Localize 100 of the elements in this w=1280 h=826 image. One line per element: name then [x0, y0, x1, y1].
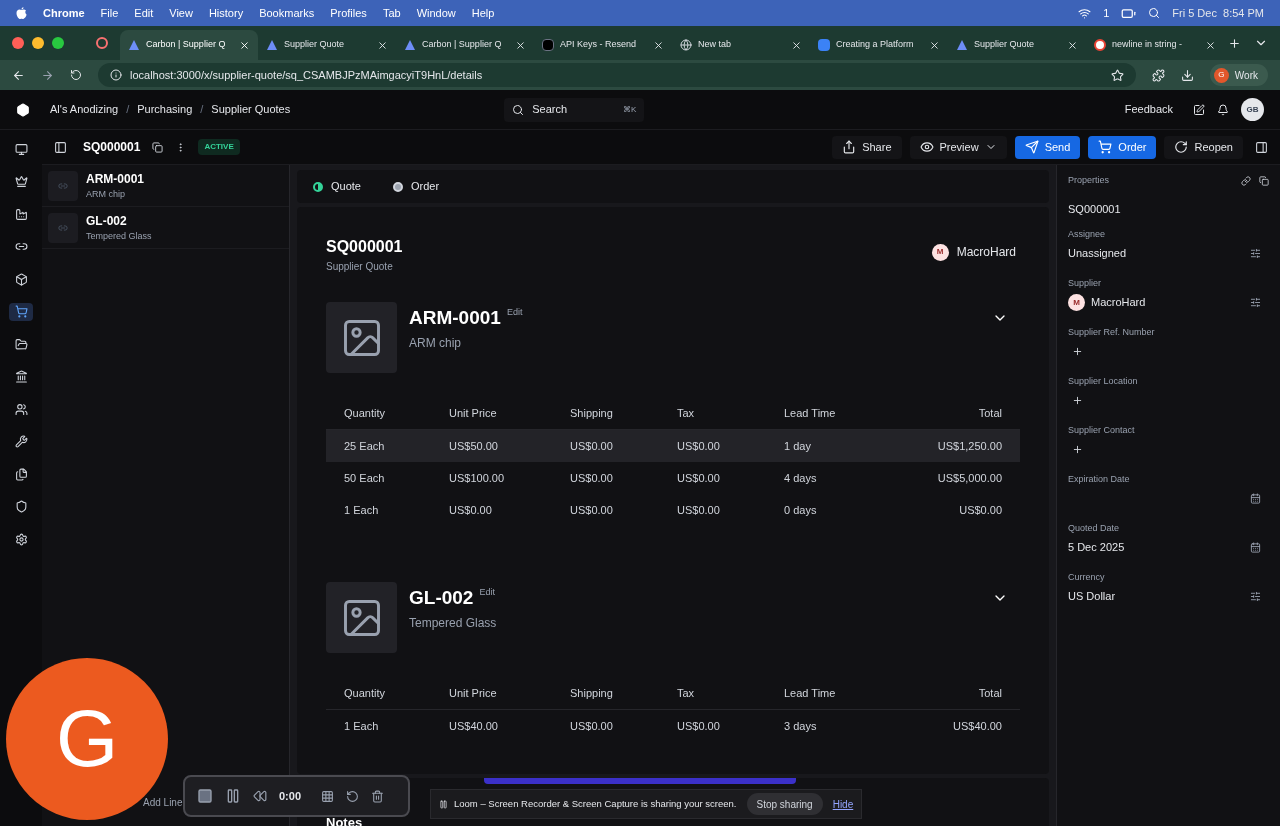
line-item[interactable]: ARM-0001 ARM chip	[42, 165, 289, 207]
search-icon[interactable]	[1148, 7, 1161, 19]
close-icon[interactable]	[791, 39, 802, 51]
panel-toggle-icon[interactable]	[1255, 140, 1268, 154]
app-logo-icon[interactable]	[16, 102, 30, 117]
close-icon[interactable]	[653, 39, 664, 51]
edit-link[interactable]: Edit	[479, 586, 495, 600]
stop-icon[interactable]	[197, 788, 213, 804]
copy-icon[interactable]	[152, 141, 164, 153]
sidebar-toggle-icon[interactable]	[54, 140, 67, 154]
close-icon[interactable]	[1205, 39, 1216, 51]
browser-tab[interactable]: New tab	[672, 30, 810, 60]
forward-icon[interactable]	[41, 68, 54, 82]
profile-chip[interactable]: G Work	[1209, 64, 1268, 86]
user-avatar[interactable]: GB	[1241, 98, 1264, 121]
menu-item[interactable]: Bookmarks	[259, 4, 315, 22]
plus-icon[interactable]	[1072, 346, 1083, 357]
browser-tab[interactable]: Supplier Quote	[948, 30, 1086, 60]
download-icon[interactable]	[1180, 68, 1194, 82]
table-row[interactable]: 50 Each US$100.00 US$0.00 US$0.00 4 days US$5,000.00	[326, 462, 1020, 494]
nav-button[interactable]	[9, 302, 33, 321]
toolbar-button[interactable]: Preview	[909, 135, 1007, 159]
status-count[interactable]: 1	[1103, 4, 1110, 22]
breadcrumb-link[interactable]: Purchasing	[137, 101, 193, 118]
toolbar-button[interactable]: Send	[1014, 135, 1081, 159]
stop-sharing-button[interactable]: Stop sharing	[746, 793, 823, 815]
calendar-icon[interactable]	[1250, 493, 1261, 504]
menu-item[interactable]: View	[169, 4, 193, 22]
search-field[interactable]: Search ⌘K	[504, 97, 645, 122]
apple-logo-icon[interactable]	[16, 6, 27, 20]
back-icon[interactable]	[12, 68, 25, 82]
toolbar-button[interactable]: Order	[1088, 135, 1157, 159]
table-row[interactable]: 1 Each US$40.00 US$0.00 US$0.00 3 days US$40.00	[326, 710, 1020, 742]
clock[interactable]: Fri 5 Dec 8:54 PM	[1172, 4, 1264, 22]
info-icon	[110, 69, 122, 81]
hide-link[interactable]: Hide	[832, 796, 854, 812]
table-row[interactable]: 1 Each US$0.00 US$0.00 US$0.00 0 days US$0.00	[326, 494, 1020, 526]
sliders-icon[interactable]	[1250, 248, 1261, 259]
browser-tab[interactable]: newline in string -	[1086, 30, 1224, 60]
line-item[interactable]: GL-002 Tempered Glass	[42, 207, 289, 249]
menu-item[interactable]: File	[100, 4, 119, 22]
table-row[interactable]: 25 Each US$50.00 US$0.00 US$0.00 1 day US$1,250.00	[326, 430, 1020, 462]
close-window-button[interactable]	[12, 37, 24, 49]
extensions-icon[interactable]	[1151, 68, 1165, 82]
menu-item[interactable]: Profiles	[330, 4, 367, 22]
menu-item[interactable]: History	[208, 4, 244, 22]
zoom-window-button[interactable]	[52, 37, 64, 49]
tab-title: Carbon | Supplier Q	[422, 38, 502, 52]
close-icon[interactable]	[1067, 39, 1078, 51]
minimize-window-button[interactable]	[32, 37, 44, 49]
record-icon[interactable]	[96, 37, 108, 49]
breadcrumb-link[interactable]: Supplier Quotes	[211, 101, 291, 118]
browser-tab[interactable]: API Keys - Resend	[534, 30, 672, 60]
new-tab-icon[interactable]	[1228, 36, 1241, 50]
app-menu[interactable]: Chrome	[43, 4, 85, 22]
toolbar-button[interactable]: Share	[832, 135, 902, 159]
folder-icon	[14, 337, 28, 351]
copy-icon[interactable]	[1259, 176, 1269, 186]
triangle-logo-icon	[266, 39, 278, 51]
link-icon[interactable]	[1241, 176, 1251, 186]
view-tab[interactable]: Order	[392, 178, 440, 195]
feedback-button[interactable]: Feedback	[1116, 97, 1181, 122]
table-cell-text: US$0.00	[677, 470, 721, 486]
reload-icon[interactable]	[70, 69, 82, 81]
browser-tab[interactable]: Supplier Quote	[258, 30, 396, 60]
pause-icon[interactable]	[225, 788, 241, 804]
plus-icon[interactable]	[1072, 444, 1083, 455]
bookmark-star-icon[interactable]	[1110, 68, 1124, 82]
edit-link[interactable]: Edit	[506, 306, 523, 320]
browser-tab[interactable]: Carbon | Supplier Q	[120, 30, 258, 60]
toolbar-button[interactable]: Reopen	[1164, 135, 1243, 159]
triangle-logo-icon	[128, 39, 140, 51]
trash-icon[interactable]	[371, 789, 385, 803]
menu-item[interactable]: Help	[471, 4, 495, 22]
wifi-icon[interactable]	[1078, 6, 1092, 20]
menu-item[interactable]: Tab	[382, 4, 401, 22]
close-icon[interactable]	[377, 39, 388, 51]
compose-icon[interactable]	[1193, 103, 1205, 116]
close-icon[interactable]	[929, 39, 940, 51]
rewind-icon[interactable]	[253, 789, 267, 803]
close-icon[interactable]	[515, 39, 526, 51]
sliders-icon[interactable]	[1250, 297, 1261, 308]
close-icon[interactable]	[239, 39, 250, 51]
bell-icon[interactable]	[1217, 103, 1229, 116]
restart-icon[interactable]	[346, 789, 360, 803]
share-icon	[842, 140, 857, 154]
menu-item[interactable]: Edit	[134, 4, 154, 22]
grid-icon[interactable]	[321, 789, 335, 803]
breadcrumb-link[interactable]: Al's Anodizing	[50, 101, 119, 118]
calendar-icon[interactable]	[1250, 542, 1261, 553]
image-placeholder[interactable]	[326, 582, 397, 653]
view-tab[interactable]: Quote	[313, 178, 361, 195]
plus-icon[interactable]	[1072, 395, 1083, 406]
image-placeholder[interactable]	[326, 302, 397, 373]
browser-tab[interactable]: Creating a Platform	[810, 30, 948, 60]
browser-tab[interactable]: Carbon | Supplier Q	[396, 30, 534, 60]
tab-title: Carbon | Supplier Q	[146, 38, 226, 52]
menu-item[interactable]: Window	[416, 4, 456, 22]
sliders-icon[interactable]	[1250, 591, 1261, 602]
address-field[interactable]: localhost:3000/x/supplier-quote/sq_CSAMBJPzMAimgacyiT9HnL/details	[98, 63, 1136, 87]
